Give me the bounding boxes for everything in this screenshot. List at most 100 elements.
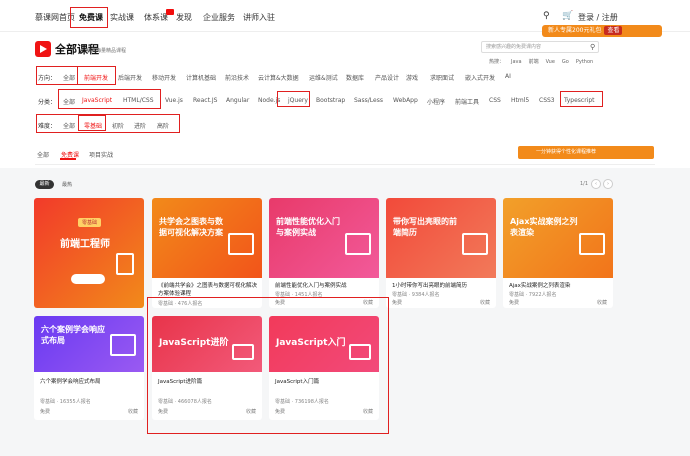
category-option[interactable]: Angular xyxy=(226,97,249,104)
highlight-zero-basis xyxy=(78,115,106,131)
course-meta: 零基础 · 16355人报名 xyxy=(40,399,91,405)
direction-option[interactable]: 云计算&大数据 xyxy=(258,73,299,82)
course-price: 免费 xyxy=(509,300,520,306)
direction-option[interactable]: AI xyxy=(505,73,511,80)
category-option[interactable]: WebApp xyxy=(393,97,418,104)
next-page-button[interactable]: › xyxy=(603,179,613,189)
hot-word[interactable]: 前端 xyxy=(529,59,539,65)
course-search-input[interactable]: 搜索感兴趣的免费课内容 xyxy=(481,41,599,53)
course-level: 零基础 xyxy=(40,399,56,405)
highlight-level-row xyxy=(36,114,180,133)
highlight-js-html xyxy=(58,89,161,109)
course-title[interactable]: 前端性能优化入门与案例实战 xyxy=(275,282,375,290)
course-title[interactable]: 六个案例学会响应式布局 xyxy=(40,378,140,386)
category-option[interactable]: Vue.js xyxy=(165,97,183,104)
category-option[interactable]: CSS xyxy=(489,97,501,104)
direction-option[interactable]: 嵌入式开发 xyxy=(465,73,495,82)
favorite-button[interactable]: 收藏 xyxy=(128,408,138,415)
thumbnail-title: Ajax实战案例之列表渲染 xyxy=(510,217,578,237)
hot-word[interactable]: Go xyxy=(562,59,569,65)
sort-hottest[interactable]: 最热 xyxy=(62,181,72,188)
course-card[interactable]: Ajax实战案例之列表渲染 Ajax实战案例之列表渲染 零基础 · 7922人报… xyxy=(503,198,613,308)
category-option[interactable]: Sass/Less xyxy=(354,97,383,104)
category-option[interactable]: 小程序 xyxy=(427,97,445,106)
nav-enterprise[interactable]: 企业服务 xyxy=(203,12,235,23)
category-option[interactable]: Bootstrap xyxy=(316,97,345,104)
course-card[interactable]: 共学会之图表与数据可视化解决方案 《前端共学会》之图表与数据可视化解决方案体验课… xyxy=(152,198,262,308)
nav-practical-courses[interactable]: 实战课 xyxy=(110,12,134,23)
highlight-jquery xyxy=(277,91,310,107)
promo-chip[interactable]: 查看 xyxy=(604,26,623,35)
category-option[interactable]: Html5 xyxy=(511,97,529,104)
detail-button[interactable] xyxy=(71,274,105,284)
favorite-button[interactable]: 收藏 xyxy=(597,299,607,306)
featured-title: 前端工程师 xyxy=(60,239,110,250)
cart-icon[interactable]: 🛒 xyxy=(562,11,573,21)
course-meta: 零基础 · 7922人报名 xyxy=(509,292,557,298)
promo-banner[interactable]: 新人专属200元礼包 查看 xyxy=(542,25,662,37)
nav-lecturer[interactable]: 讲师入驻 xyxy=(243,12,275,23)
hot-word[interactable]: Python xyxy=(576,59,593,65)
course-title[interactable]: 1小时带你写出亮眼的前端简历 xyxy=(392,282,492,290)
hot-word[interactable]: Java xyxy=(511,59,522,65)
direction-option[interactable]: 游戏 xyxy=(406,73,418,82)
play-logo-icon xyxy=(35,41,51,57)
sort-newest[interactable]: 最新 xyxy=(35,180,54,189)
prev-page-button[interactable]: ‹ xyxy=(591,179,601,189)
document-icon xyxy=(345,233,371,255)
direction-option[interactable]: 运维&测试 xyxy=(309,73,338,82)
course-card[interactable]: 带你写出亮眼的前端简历 1小时带你写出亮眼的前端简历 零基础 · 9384人报名… xyxy=(386,198,496,308)
course-thumbnail: Ajax实战案例之列表渲染 xyxy=(503,198,613,278)
chart-icon xyxy=(228,233,254,255)
course-thumbnail: 零基础 前端工程师 xyxy=(34,198,144,308)
enroll-count: 16355人报名 xyxy=(59,399,91,405)
course-title[interactable]: 《前端共学会》之图表与数据可视化解决方案体验课程 xyxy=(158,282,258,298)
login-link[interactable]: 登录 / 注册 xyxy=(578,12,618,23)
direction-option[interactable]: 前沿技术 xyxy=(225,73,249,82)
divider xyxy=(35,164,655,165)
devices-icon xyxy=(110,334,136,356)
nav-system-courses[interactable]: 体系课 xyxy=(144,12,168,23)
hot-word[interactable]: Vue xyxy=(546,59,555,65)
tab-projects[interactable]: 项目实战 xyxy=(89,150,113,159)
course-meta: 零基础 · 9384人报名 xyxy=(392,292,440,298)
course-price: 免费 xyxy=(40,409,51,415)
course-title[interactable]: Ajax实战案例之列表渲染 xyxy=(509,282,609,290)
nav-home[interactable]: 慕课网首页 xyxy=(35,12,75,23)
search-submit-icon[interactable]: ⚲ xyxy=(590,43,595,51)
direction-option[interactable]: 产品设计 xyxy=(375,73,399,82)
direction-option[interactable]: 移动开发 xyxy=(152,73,176,82)
search-icon[interactable]: ⚲ xyxy=(543,11,550,21)
category-option[interactable]: CSS3 xyxy=(539,97,555,104)
enroll-count: 7922人报名 xyxy=(528,292,557,298)
nav-discover[interactable]: 发现 xyxy=(176,12,192,23)
page-indicator: 1/1 xyxy=(580,181,589,187)
category-option[interactable]: React.JS xyxy=(193,97,217,104)
direction-option[interactable]: 求职面试 xyxy=(430,73,454,82)
course-thumbnail: 前端性能优化入门与案例实战 xyxy=(269,198,379,278)
course-thumbnail: 共学会之图表与数据可视化解决方案 xyxy=(152,198,262,278)
direction-option[interactable]: 计算机基础 xyxy=(186,73,216,82)
zero-basis-tag: 零基础 xyxy=(78,218,102,227)
page-subtitle: 精挑海量精品课程 xyxy=(86,48,127,54)
thumbnail-title: 六个案例学会响应式布局 xyxy=(41,325,105,345)
favorite-button[interactable]: 收藏 xyxy=(480,299,490,306)
direction-option[interactable]: 数据库 xyxy=(346,73,364,82)
highlight-typescript xyxy=(560,91,603,107)
enroll-count: 9384人报名 xyxy=(411,292,440,298)
course-card[interactable]: 前端性能优化入门与案例实战 前端性能优化入门与案例实战 零基础 · 1451人报… xyxy=(269,198,379,308)
course-card-featured[interactable]: 零基础 前端工程师 xyxy=(34,198,144,308)
html5-icon xyxy=(116,253,134,275)
direction-option[interactable]: 后端开发 xyxy=(118,73,142,82)
recommend-banner[interactable]: 一分钟获得个性化课程推荐 xyxy=(518,146,654,159)
highlight-js-courses xyxy=(147,297,389,434)
hot-badge xyxy=(166,9,174,15)
category-option[interactable]: 前端工具 xyxy=(455,97,479,106)
hot-label: 热搜： xyxy=(489,59,505,65)
tab-all[interactable]: 全部 xyxy=(37,150,49,159)
tab-underline xyxy=(60,158,76,160)
course-price: 免费 xyxy=(392,300,403,306)
course-card[interactable]: 六个案例学会响应式布局 六个案例学会响应式布局 零基础 · 16355人报名 免… xyxy=(34,316,144,420)
thumbnail-title: 带你写出亮眼的前端简历 xyxy=(393,217,457,237)
course-thumbnail: 六个案例学会响应式布局 xyxy=(34,316,144,372)
